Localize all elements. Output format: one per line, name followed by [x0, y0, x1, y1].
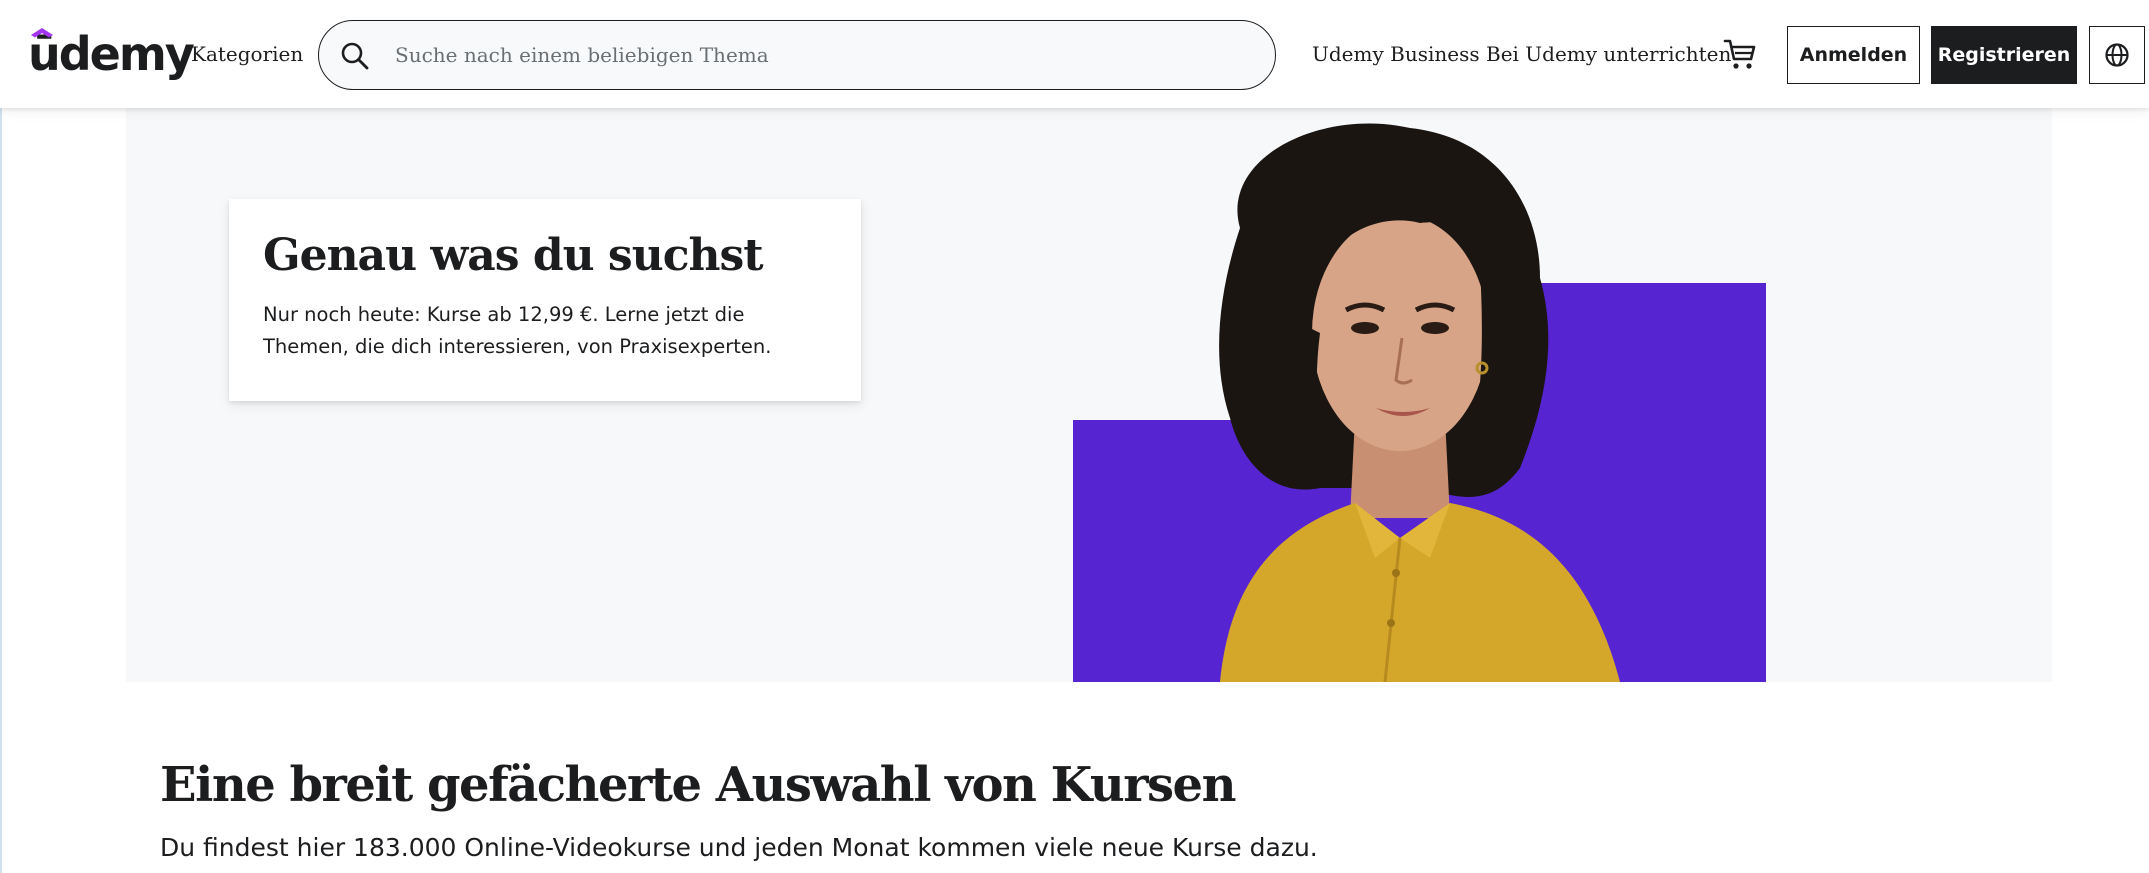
- section-title: Eine breit gefächerte Auswahl von Kursen: [160, 757, 1236, 813]
- hero-person-image: [1219, 123, 1620, 682]
- window-frame-left: [0, 0, 2, 873]
- logo-cap-icon: [31, 28, 53, 38]
- hero-promo-card: Genau was du suchst Nur noch heute: Kurs…: [229, 199, 861, 401]
- register-button[interactable]: Registrieren: [1931, 26, 2077, 84]
- search-icon[interactable]: [339, 40, 371, 72]
- categories-link[interactable]: Kategorien: [191, 40, 303, 68]
- teach-on-udemy-link[interactable]: Bei Udemy unterrichten: [1486, 40, 1731, 68]
- search-bar[interactable]: [318, 20, 1276, 90]
- login-button[interactable]: Anmelden: [1787, 26, 1920, 84]
- hero-description: Nur noch heute: Kurse ab 12,99 €. Lerne …: [263, 303, 772, 358]
- udemy-business-link[interactable]: Udemy Business: [1312, 40, 1480, 68]
- globe-icon: [2105, 43, 2129, 67]
- cart-icon[interactable]: [1722, 36, 1758, 72]
- section-description: Du findest hier 183.000 Online-Videokurs…: [160, 833, 1318, 862]
- search-input[interactable]: [395, 31, 1255, 79]
- udemy-logo[interactable]: ūdemy: [28, 26, 195, 82]
- top-header: ūdemy Kategorien Udemy Business Bei Udem…: [0, 0, 2149, 108]
- hero-title: Genau was du suchst: [263, 230, 764, 281]
- language-button[interactable]: [2089, 26, 2145, 84]
